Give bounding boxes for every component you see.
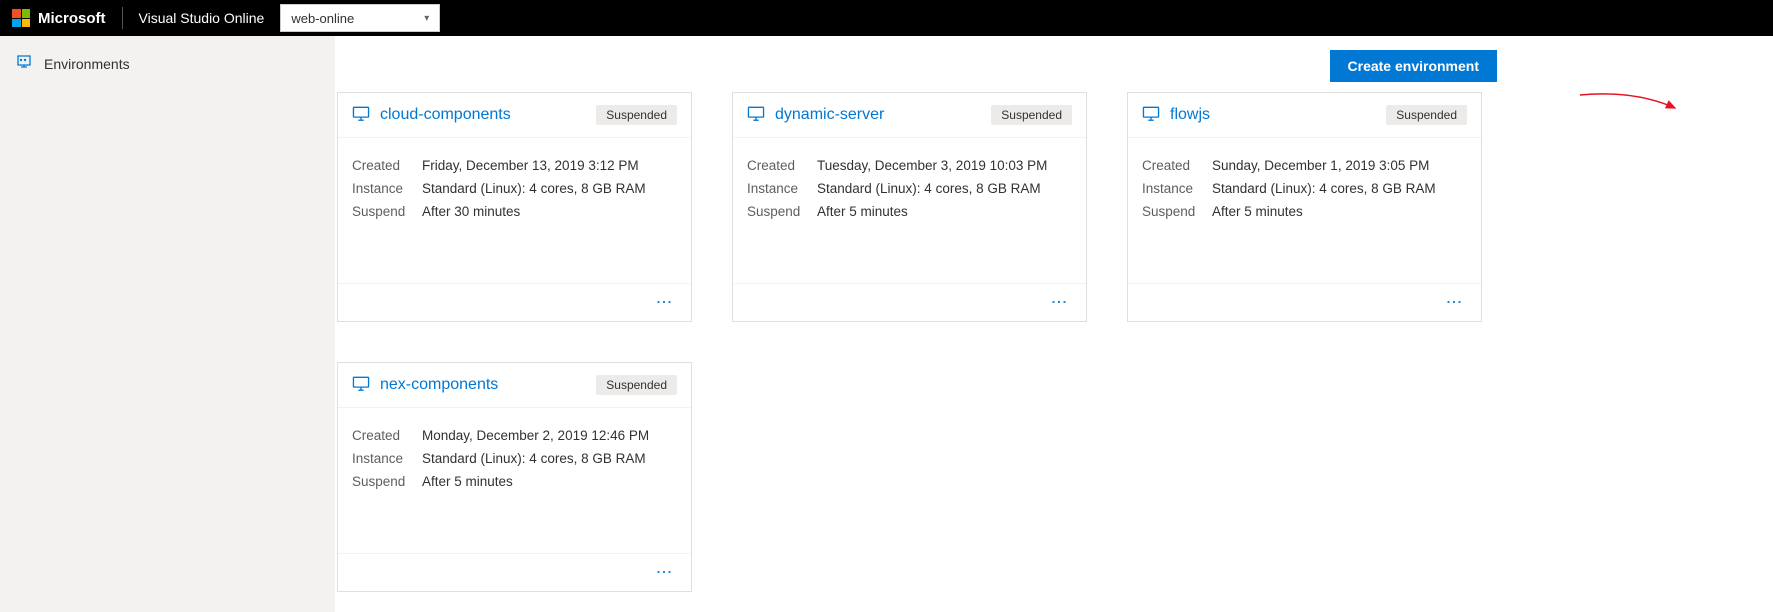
product-title: Visual Studio Online (139, 10, 265, 26)
card-header: cloud-components Suspended (338, 93, 691, 138)
created-label: Created (1142, 154, 1212, 177)
suspend-label: Suspend (352, 200, 422, 223)
card-menu-button[interactable]: ⋮ (649, 292, 677, 313)
card-footer: ⋮ (1128, 283, 1481, 321)
created-label: Created (747, 154, 817, 177)
plan-selected-label: web-online (291, 11, 354, 26)
environment-name-link[interactable]: nex-components (380, 376, 498, 394)
suspend-value: After 5 minutes (422, 470, 649, 493)
card-menu-button[interactable]: ⋮ (1044, 292, 1072, 313)
monitor-icon (352, 106, 370, 125)
environments-icon (16, 54, 32, 73)
suspend-label: Suspend (747, 200, 817, 223)
environment-card: dynamic-server Suspended Created Tuesday… (732, 92, 1087, 322)
status-badge: Suspended (596, 375, 677, 395)
card-footer: ⋮ (338, 283, 691, 321)
microsoft-brand-text: Microsoft (38, 10, 106, 27)
instance-value: Standard (Linux): 4 cores, 8 GB RAM (1212, 177, 1436, 200)
created-value: Monday, December 2, 2019 12:46 PM (422, 424, 649, 447)
create-environment-button[interactable]: Create environment (1330, 50, 1497, 82)
environment-name-link[interactable]: flowjs (1170, 106, 1210, 124)
created-value: Tuesday, December 3, 2019 10:03 PM (817, 154, 1047, 177)
status-badge: Suspended (596, 105, 677, 125)
monitor-icon (1142, 106, 1160, 125)
status-badge: Suspended (1386, 105, 1467, 125)
main-content: Create environment cloud-components Susp… (335, 36, 1773, 612)
created-label: Created (352, 154, 422, 177)
environment-name-link[interactable]: cloud-components (380, 106, 511, 124)
card-footer: ⋮ (733, 283, 1086, 321)
card-header: nex-components Suspended (338, 363, 691, 408)
microsoft-logo-icon (12, 9, 30, 27)
created-label: Created (352, 424, 422, 447)
action-bar: Create environment (337, 50, 1745, 82)
instance-value: Standard (Linux): 4 cores, 8 GB RAM (422, 177, 646, 200)
created-value: Sunday, December 1, 2019 3:05 PM (1212, 154, 1436, 177)
instance-value: Standard (Linux): 4 cores, 8 GB RAM (817, 177, 1047, 200)
instance-label: Instance (352, 177, 422, 200)
instance-label: Instance (352, 447, 422, 470)
card-menu-button[interactable]: ⋮ (1439, 292, 1467, 313)
card-body: Created Monday, December 2, 2019 12:46 P… (338, 408, 691, 553)
environment-card: cloud-components Suspended Created Frida… (337, 92, 692, 322)
card-menu-button[interactable]: ⋮ (649, 562, 677, 583)
card-body: Created Friday, December 13, 2019 3:12 P… (338, 138, 691, 283)
environment-card-grid: cloud-components Suspended Created Frida… (337, 92, 1745, 592)
microsoft-logo[interactable]: Microsoft (12, 9, 106, 27)
created-value: Friday, December 13, 2019 3:12 PM (422, 154, 646, 177)
instance-label: Instance (747, 177, 817, 200)
environment-card: flowjs Suspended Created Sunday, Decembe… (1127, 92, 1482, 322)
monitor-icon (747, 106, 765, 125)
card-header: flowjs Suspended (1128, 93, 1481, 138)
environment-name-link[interactable]: dynamic-server (775, 106, 884, 124)
card-footer: ⋮ (338, 553, 691, 591)
global-header: Microsoft Visual Studio Online web-onlin… (0, 0, 1773, 36)
sidebar-item-environments[interactable]: Environments (16, 50, 319, 77)
suspend-label: Suspend (1142, 200, 1212, 223)
chevron-down-icon: ▾ (424, 13, 429, 24)
card-body: Created Sunday, December 1, 2019 3:05 PM… (1128, 138, 1481, 283)
environment-card: nex-components Suspended Created Monday,… (337, 362, 692, 592)
monitor-icon (352, 376, 370, 395)
plan-dropdown[interactable]: web-online ▾ (280, 4, 440, 32)
suspend-label: Suspend (352, 470, 422, 493)
sidebar-item-label: Environments (44, 56, 130, 72)
card-body: Created Tuesday, December 3, 2019 10:03 … (733, 138, 1086, 283)
status-badge: Suspended (991, 105, 1072, 125)
suspend-value: After 5 minutes (1212, 200, 1436, 223)
suspend-value: After 30 minutes (422, 200, 646, 223)
sidebar: Environments (0, 36, 335, 612)
card-header: dynamic-server Suspended (733, 93, 1086, 138)
header-divider (122, 7, 123, 29)
instance-label: Instance (1142, 177, 1212, 200)
suspend-value: After 5 minutes (817, 200, 1047, 223)
instance-value: Standard (Linux): 4 cores, 8 GB RAM (422, 447, 649, 470)
